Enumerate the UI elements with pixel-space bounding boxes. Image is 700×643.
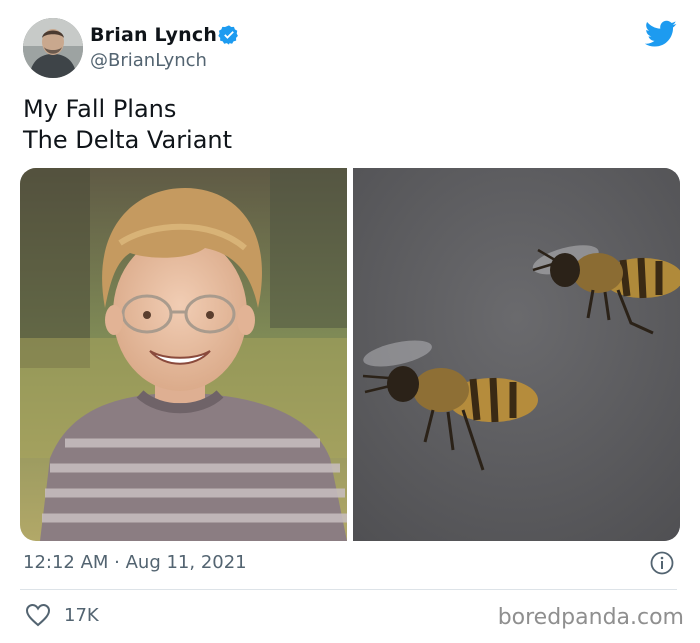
heart-icon[interactable] <box>25 603 51 627</box>
info-icon[interactable] <box>650 551 674 575</box>
tweet-line-1: My Fall Plans <box>23 95 177 123</box>
author-name[interactable]: Brian Lynch <box>90 23 217 47</box>
like-count[interactable]: 17K <box>64 604 99 628</box>
tweet-card: Brian Lynch @BrianLynch My Fall Plans Th… <box>0 0 700 643</box>
media-photo-boy[interactable] <box>20 168 347 541</box>
media-photo-bees[interactable] <box>353 168 680 541</box>
tweet-text: My Fall Plans The Delta Variant <box>23 94 232 156</box>
twitter-bird-icon[interactable] <box>645 20 677 48</box>
tweet-line-2: The Delta Variant <box>23 126 233 154</box>
divider <box>20 589 677 590</box>
verified-badge-icon <box>218 25 238 45</box>
tweet-timestamp[interactable]: 12:12 AM · Aug 11, 2021 <box>23 551 247 575</box>
avatar[interactable] <box>23 18 83 78</box>
media-grid <box>20 168 680 541</box>
author-handle[interactable]: @BrianLynch <box>90 50 207 72</box>
watermark: boredpanda.com <box>497 605 684 630</box>
